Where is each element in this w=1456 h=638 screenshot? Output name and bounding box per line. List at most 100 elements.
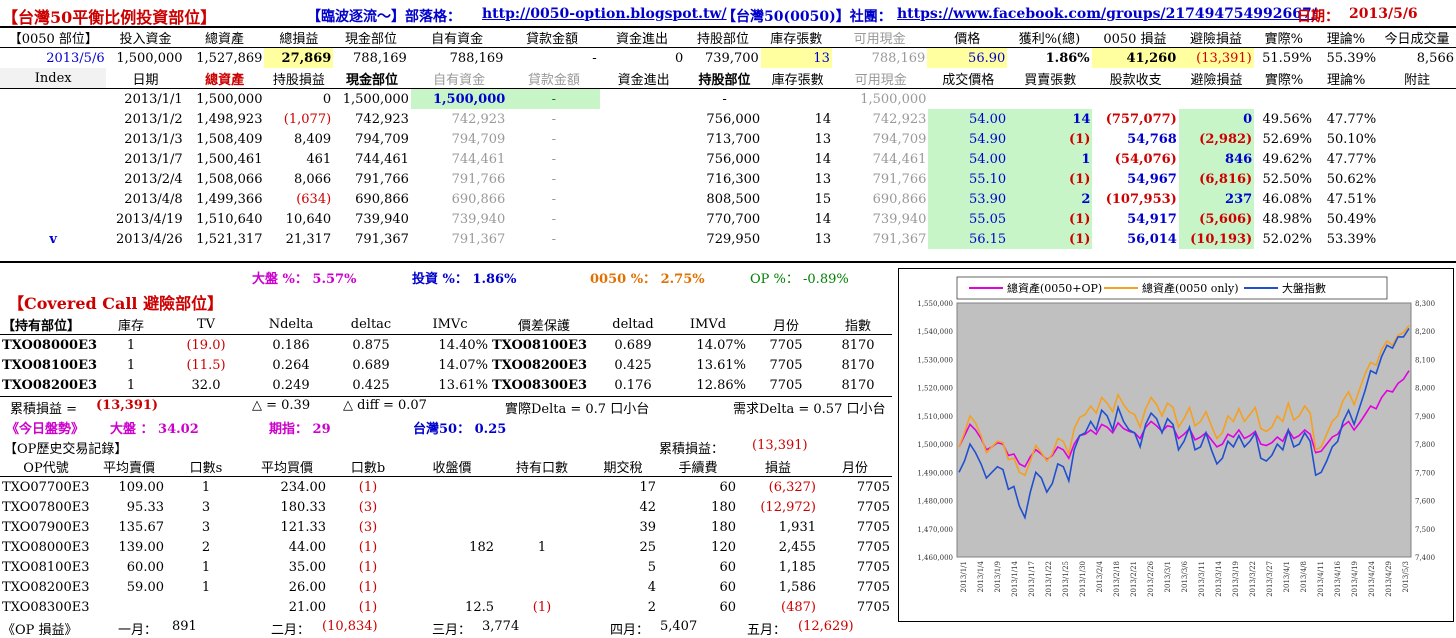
legend-label: 總資產(0050 only) bbox=[1142, 281, 1239, 295]
history-row: 2013/4/19 1,510,640 10,640 739,940 739,940 - 7… bbox=[0, 209, 1456, 229]
op-cell: 120 bbox=[711, 539, 736, 555]
op-cell: 7705 bbox=[856, 559, 890, 575]
history-cell: 56.15 bbox=[928, 229, 1009, 249]
club-link[interactable]: https://www.facebook.com/groups/21749475… bbox=[897, 6, 1317, 22]
summary-header: 0050 損益 bbox=[1091, 27, 1179, 48]
blog-link[interactable]: http://0050-option.blogspot.tw/ bbox=[482, 6, 727, 22]
divider bbox=[0, 261, 1456, 263]
x-tick-label: 2013/1/1 bbox=[960, 561, 968, 592]
history-cell bbox=[600, 229, 686, 249]
op-header-row: OP代號 平均賣價 口數s 平均買價 口數b 收盤價 持有口數 期交稅 手續費 … bbox=[0, 456, 892, 477]
summary-header: 理論% bbox=[1313, 27, 1379, 48]
date-label: 日期： bbox=[1297, 9, 1339, 25]
history-cell: 742,923 bbox=[355, 111, 409, 127]
history-cell: 237 bbox=[1178, 189, 1255, 209]
op-cell: 5 bbox=[647, 559, 656, 575]
op-cell: 180 bbox=[711, 519, 736, 535]
history-header: 成交價格 bbox=[928, 68, 1009, 89]
cc-header: IMVc bbox=[410, 314, 490, 335]
history-cell bbox=[600, 129, 686, 149]
line-chart: 1,550,000 1,540,000 1,530,000 1,520,000 1,51… bbox=[917, 276, 1435, 597]
summary-cell: 8,566 bbox=[1416, 50, 1454, 66]
cc-header: 月份 bbox=[748, 314, 824, 335]
market-return: 大盤 %： 5.57% bbox=[252, 272, 357, 287]
history-header: 庫存張數 bbox=[762, 68, 834, 89]
history-cell: 716,300 bbox=[706, 171, 761, 187]
op-cell: 17 bbox=[639, 479, 656, 495]
summary-header: 庫存張數 bbox=[760, 27, 832, 48]
summary-header: 總資產 bbox=[184, 27, 265, 48]
cc-cell: 1 bbox=[126, 357, 136, 373]
x-tick-label: 2013/4/24 bbox=[1368, 560, 1376, 596]
history-header: 實際% bbox=[1254, 68, 1315, 89]
cum-value: (13,391) bbox=[96, 398, 159, 413]
today-futures: 期指： 29 bbox=[269, 422, 331, 437]
op-cell: 2 bbox=[647, 599, 656, 615]
summary-header: 現金部位 bbox=[333, 27, 409, 48]
delta-value: △ = 0.39 bbox=[252, 398, 311, 413]
op-cell bbox=[408, 517, 496, 537]
op-cell: 21.00 bbox=[288, 599, 326, 615]
history-cell bbox=[0, 89, 106, 110]
history-cell bbox=[762, 89, 833, 110]
x-tick-label: 2013/4/16 bbox=[1334, 560, 1342, 596]
cc-cell: 14.07% bbox=[438, 357, 488, 373]
cc-cell: 0.264 bbox=[272, 357, 310, 373]
history-header: 避險損益 bbox=[1178, 68, 1255, 89]
etf-return: 0050 %： 2.75% bbox=[590, 272, 705, 287]
cc-cell: TXO08200E3 bbox=[492, 357, 588, 373]
history-cell: 791,367 bbox=[355, 231, 409, 247]
history-cell bbox=[1008, 89, 1092, 110]
divider bbox=[0, 396, 892, 397]
history-cell: 1,500,000 bbox=[860, 91, 927, 107]
history-cell bbox=[1314, 89, 1378, 110]
cc-header: IMVd bbox=[668, 314, 748, 335]
history-cell bbox=[1378, 129, 1456, 149]
op-table: OP代號 平均賣價 口數s 平均買價 口數b 收盤價 持有口數 期交稅 手續費 … bbox=[0, 456, 892, 617]
summary-header: 可用現金 bbox=[831, 27, 928, 48]
op-cell: (1) bbox=[358, 579, 378, 595]
op-cell: 7705 bbox=[856, 599, 890, 615]
y-right-tick-label: 7,900 bbox=[1415, 413, 1435, 421]
history-cell: 1,510,640 bbox=[196, 211, 263, 227]
history-cell: 744,461 bbox=[451, 151, 506, 167]
summary-header-row: 【0050 部位】 投入資金 總資產 總損益 現金部位 自有資金 貸款金額 資金… bbox=[0, 27, 1456, 48]
history-cell: 0 bbox=[322, 91, 332, 107]
op-cell: 60.00 bbox=[126, 559, 164, 575]
history-cell: 791,766 bbox=[355, 171, 409, 187]
op-cell: TXO07800E3 bbox=[2, 499, 90, 515]
op-cell: (487) bbox=[781, 599, 816, 615]
cc-cell: 0.176 bbox=[614, 377, 652, 393]
cc-cell: 0.425 bbox=[614, 357, 652, 373]
op-cell: 7705 bbox=[856, 579, 890, 595]
x-tick-label: 2013/2/26 bbox=[1147, 560, 1155, 596]
history-header: 股款收支 bbox=[1092, 68, 1179, 89]
op-row: TXO08300E3 21.00 (1) 12.5 (1) 2 60 (487) 7705 bbox=[0, 597, 892, 617]
history-cell: - bbox=[507, 88, 601, 109]
history-cell: 54,967 bbox=[1127, 171, 1177, 187]
history-header: 持股部位 bbox=[686, 68, 763, 89]
history-cell: 52.50% bbox=[1262, 171, 1313, 187]
op-monthly-label: 《OP 損益》 bbox=[2, 623, 78, 638]
history-cell bbox=[600, 169, 686, 189]
x-tick-label: 2013/5/3 bbox=[1402, 561, 1410, 592]
history-cell bbox=[0, 209, 106, 229]
summary-header: 資金進出 bbox=[598, 27, 686, 48]
summary-date: 2013/5/6 bbox=[46, 50, 105, 66]
y-right-tick-label: 8,200 bbox=[1415, 328, 1435, 336]
history-cell: 13 bbox=[814, 231, 832, 247]
need-delta: 需求Delta = 0.57 口小台 bbox=[733, 402, 886, 417]
history-cell: 53.90 bbox=[928, 189, 1009, 209]
history-cell bbox=[0, 109, 106, 129]
summary-cell: 1,527,869 bbox=[196, 50, 263, 66]
history-cell bbox=[0, 149, 106, 169]
x-tick-label: 2013/3/22 bbox=[1249, 561, 1257, 597]
history-cell bbox=[1378, 209, 1456, 229]
summary-cell: 788,169 bbox=[449, 50, 504, 66]
cc-header-row: 【持有部位】 庫存 TV Ndelta deltac IMVc 價差保護 del… bbox=[0, 314, 892, 335]
op-header: 口數b bbox=[328, 456, 408, 477]
op-cum-value: (13,391) bbox=[752, 438, 808, 453]
op-cell bbox=[166, 597, 246, 617]
op-cell bbox=[408, 577, 496, 597]
op-cell: TXO07900E3 bbox=[2, 519, 90, 535]
